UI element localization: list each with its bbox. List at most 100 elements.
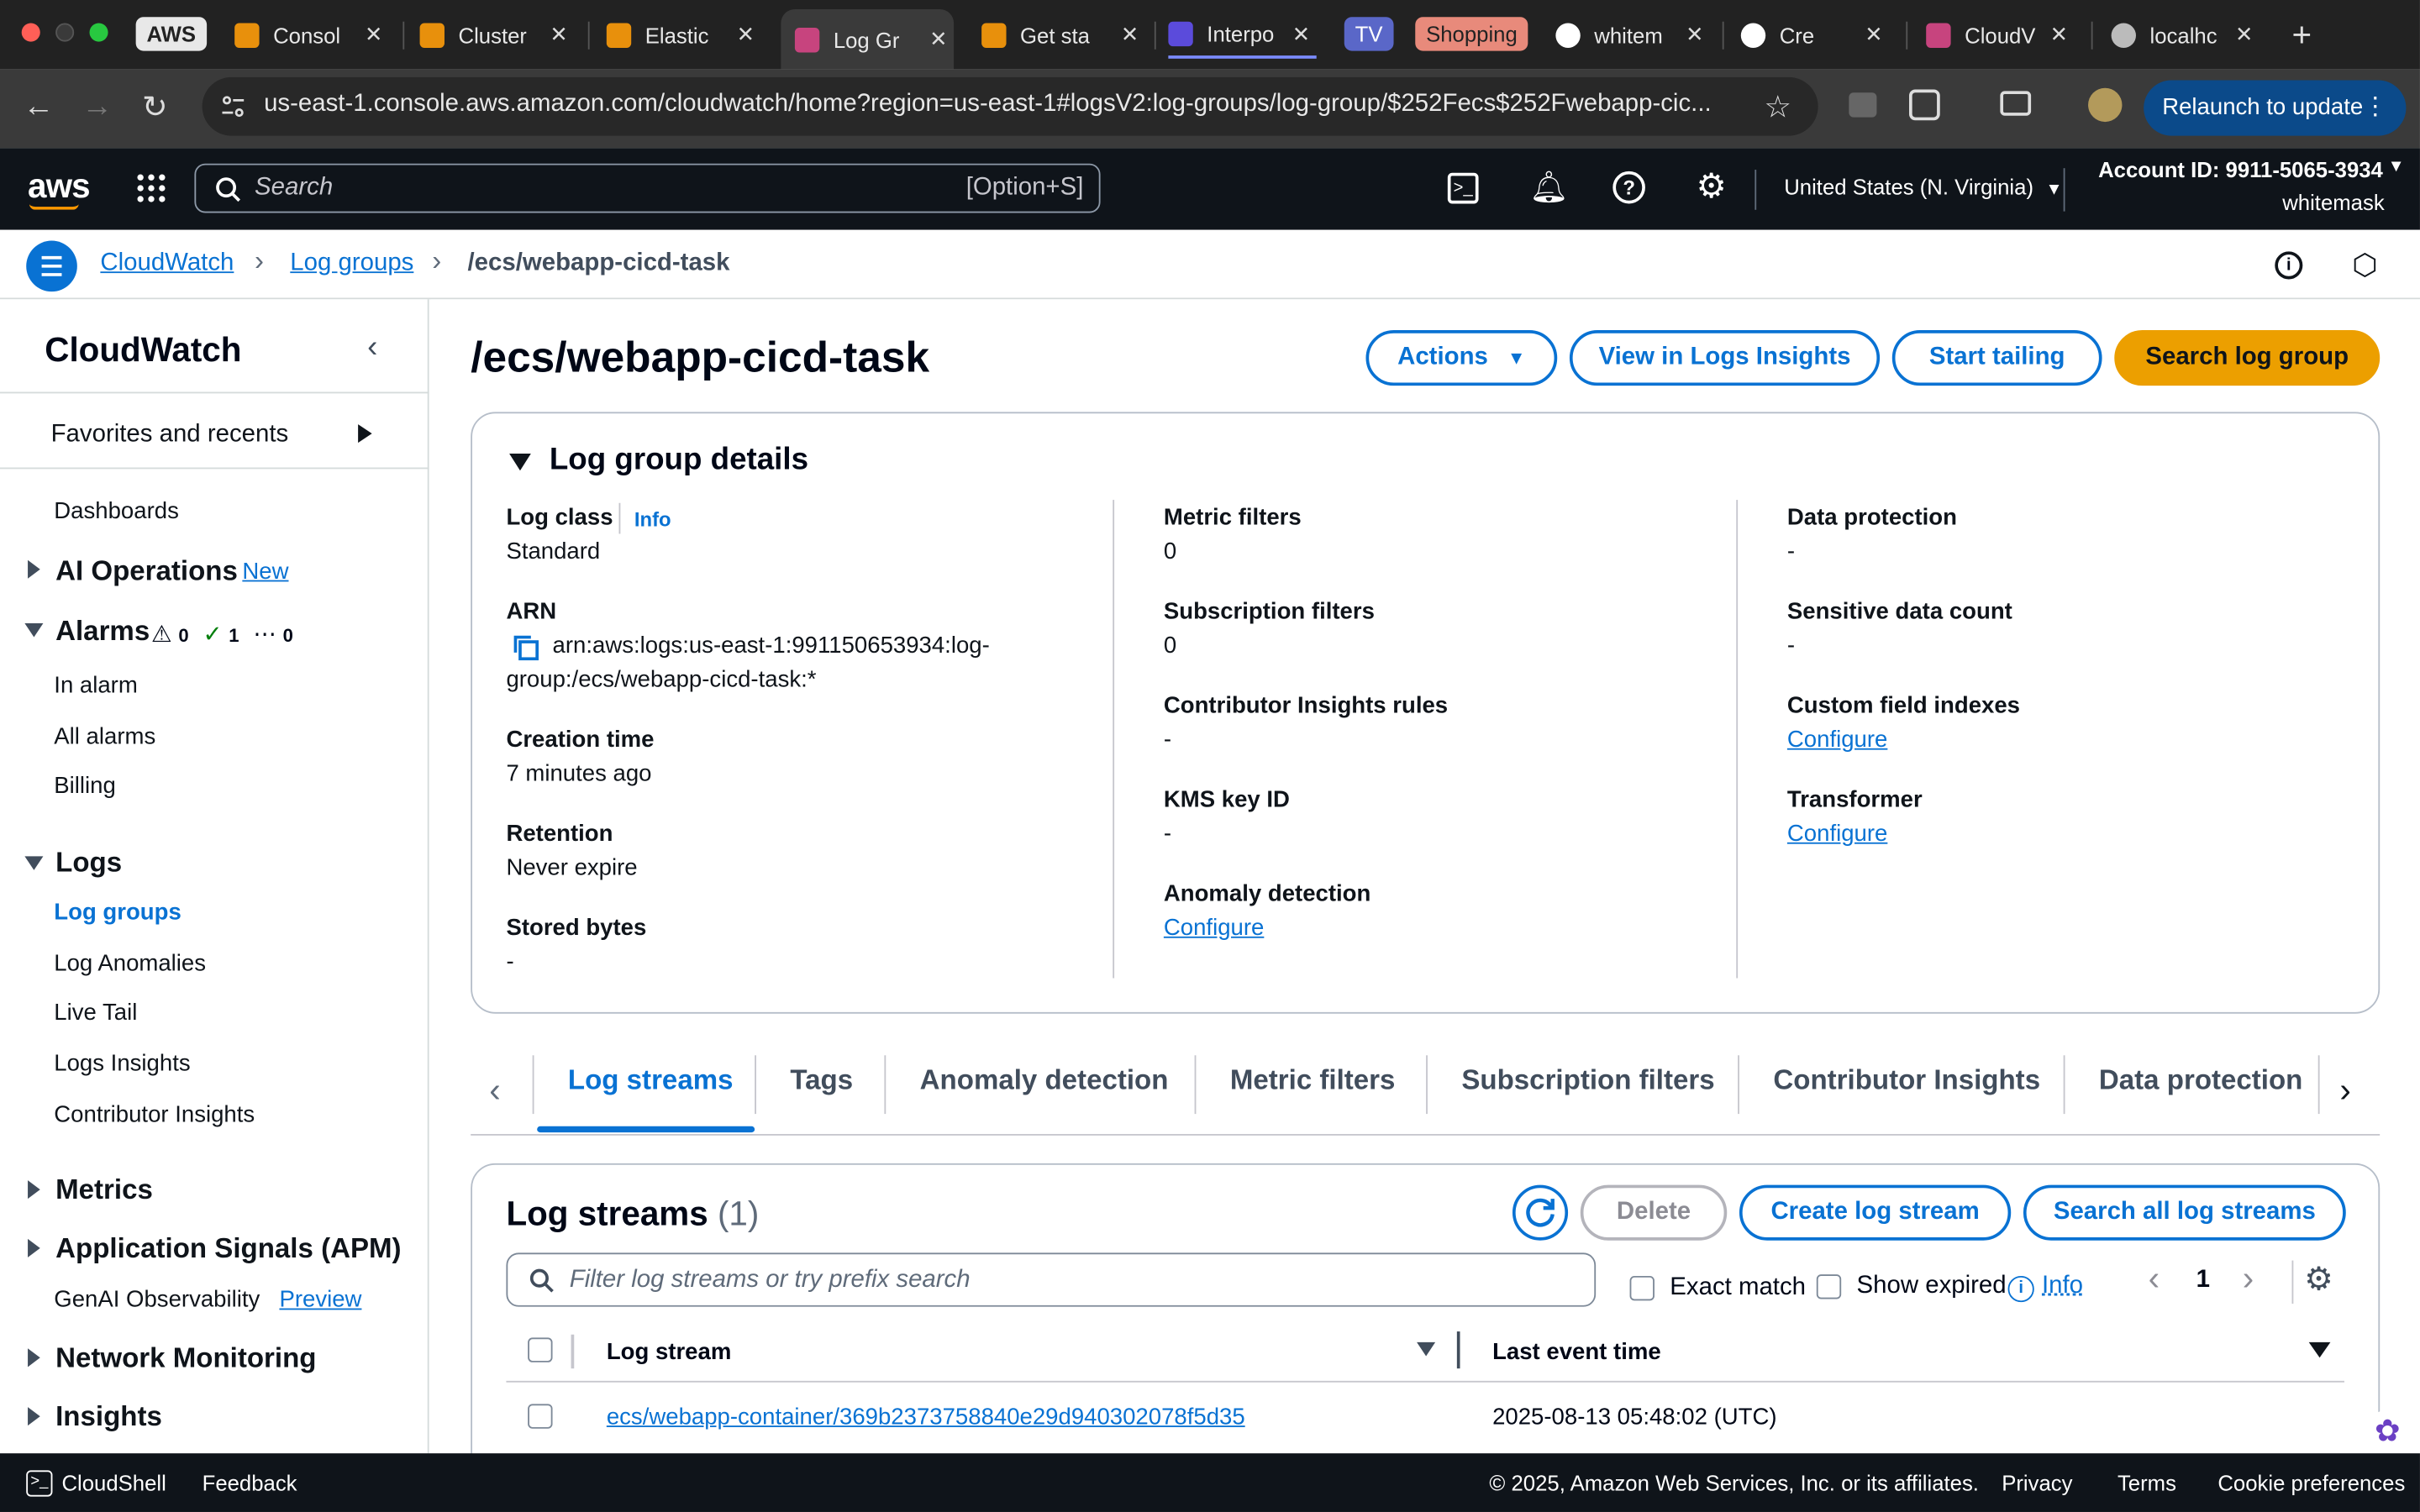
browser-tab[interactable]: Get sta ✕ bbox=[981, 13, 1145, 59]
browser-tab[interactable]: CloudV ✕ bbox=[1926, 13, 2074, 59]
preferences-gear-icon[interactable]: ⚙ bbox=[2304, 1261, 2333, 1299]
collapse-caret-icon[interactable] bbox=[24, 623, 44, 638]
favorites-expand-icon[interactable] bbox=[358, 424, 372, 444]
footer-terms[interactable]: Terms bbox=[2118, 1470, 2176, 1494]
footer-feedback[interactable]: Feedback bbox=[203, 1470, 297, 1494]
cloudshell-footer-icon[interactable]: >_ bbox=[26, 1470, 53, 1497]
sidebar-item-genai[interactable]: GenAI Observability bbox=[54, 1287, 260, 1313]
sidebar-item-log-anomalies[interactable]: Log Anomalies bbox=[54, 950, 206, 976]
back-icon[interactable]: ← bbox=[24, 90, 55, 125]
settings-gear-icon[interactable]: ⚙ bbox=[1697, 166, 1727, 207]
next-page-icon[interactable]: › bbox=[2243, 1259, 2254, 1299]
zoom-window-dot[interactable] bbox=[89, 23, 108, 42]
tabs-scroll-left-icon[interactable]: ‹ bbox=[489, 1071, 500, 1111]
puzzle-extensions-icon[interactable] bbox=[1908, 89, 1940, 121]
info-icon[interactable]: i bbox=[2007, 1275, 2034, 1303]
expand-caret-icon[interactable] bbox=[28, 1348, 40, 1368]
sort-icon[interactable] bbox=[1417, 1341, 1436, 1357]
show-expired-checkbox[interactable] bbox=[1816, 1274, 1842, 1299]
minimize-window-dot[interactable] bbox=[55, 23, 75, 42]
sidebar-section-app-signals[interactable]: Application Signals (APM) bbox=[55, 1233, 401, 1266]
tabs-scroll-right-icon[interactable]: › bbox=[2339, 1071, 2350, 1111]
tab-group-tv[interactable]: TV bbox=[1344, 17, 1394, 51]
browser-tab[interactable]: whitem ✕ bbox=[1555, 13, 1710, 59]
close-tab-icon[interactable]: ✕ bbox=[1686, 22, 1704, 48]
close-tab-icon[interactable]: ✕ bbox=[1865, 22, 1883, 48]
close-window-dot[interactable] bbox=[21, 23, 40, 42]
browser-tab[interactable]: Elastic ✕ bbox=[606, 13, 761, 59]
new-badge[interactable]: New bbox=[242, 559, 288, 585]
close-tab-icon[interactable]: ✕ bbox=[1121, 22, 1139, 48]
address-bar[interactable]: us-east-1.console.aws.amazon.com/cloudwa… bbox=[202, 76, 1818, 136]
extension-icon[interactable] bbox=[1849, 92, 1877, 118]
help-icon[interactable]: ? bbox=[1612, 171, 1645, 204]
aws-logo[interactable]: aws bbox=[28, 166, 91, 207]
browser-tab[interactable]: Cre ✕ bbox=[1740, 13, 1889, 59]
col-header-log-stream[interactable]: Log stream bbox=[607, 1339, 732, 1365]
breadcrumb-cloudwatch[interactable]: CloudWatch bbox=[100, 250, 234, 278]
tools-hexagon-icon[interactable]: ⬡ bbox=[2352, 249, 2377, 284]
tab-tags[interactable]: Tags bbox=[790, 1064, 853, 1097]
profile-avatar[interactable] bbox=[2088, 87, 2123, 123]
browser-tab-active[interactable]: Log Gr ✕ bbox=[781, 9, 955, 70]
expand-caret-icon[interactable] bbox=[28, 1180, 40, 1200]
breadcrumb-log-groups[interactable]: Log groups bbox=[290, 250, 413, 278]
close-tab-icon[interactable]: ✕ bbox=[929, 26, 948, 52]
close-tab-icon[interactable]: ✕ bbox=[1292, 22, 1311, 48]
new-tab-icon[interactable]: + bbox=[2291, 15, 2312, 55]
region-selector[interactable]: United States (N. Virginia) ▼ bbox=[1784, 175, 2062, 199]
browser-tab[interactable]: Interpo ✕ bbox=[1168, 13, 1317, 59]
tab-group-aws[interactable]: AWS bbox=[135, 17, 207, 51]
site-settings-icon[interactable] bbox=[221, 94, 245, 118]
expand-caret-icon[interactable] bbox=[28, 1407, 40, 1426]
sidebar-item-contributor-insights[interactable]: Contributor Insights bbox=[54, 1101, 255, 1127]
close-tab-icon[interactable]: ✕ bbox=[2050, 22, 2069, 48]
sidebar-item-dashboards[interactable]: Dashboards bbox=[54, 498, 179, 524]
close-tab-icon[interactable]: ✕ bbox=[737, 22, 755, 48]
cast-icon[interactable] bbox=[2000, 91, 2032, 116]
sidebar-item-in-alarm[interactable]: In alarm bbox=[54, 673, 138, 699]
services-grid-icon[interactable] bbox=[136, 173, 167, 204]
log-stream-link[interactable]: ecs/webapp-container/369b2373758840e29d9… bbox=[607, 1404, 1245, 1430]
tab-subscription-filters[interactable]: Subscription filters bbox=[1461, 1064, 1714, 1097]
tab-data-protection[interactable]: Data protection bbox=[2099, 1064, 2302, 1097]
details-heading[interactable]: Log group details bbox=[550, 443, 808, 478]
sidebar-item-billing[interactable]: Billing bbox=[54, 773, 116, 799]
column-resize-handle[interactable] bbox=[1456, 1331, 1460, 1369]
row-checkbox[interactable] bbox=[528, 1404, 553, 1429]
custom-index-configure-link[interactable]: Configure bbox=[1787, 727, 1887, 753]
account-caret-icon[interactable]: ▼ bbox=[2388, 157, 2405, 176]
more-menu-icon[interactable]: ⋮ bbox=[2363, 81, 2387, 136]
footer-cookies[interactable]: Cookie preferences bbox=[2217, 1470, 2405, 1494]
relaunch-button[interactable]: Relaunch to update ⋮ bbox=[2144, 80, 2407, 136]
search-log-group-button[interactable]: Search log group bbox=[2114, 330, 2381, 386]
sidebar-item-logs-insights[interactable]: Logs Insights bbox=[54, 1051, 190, 1077]
search-all-log-streams-button[interactable]: Search all log streams bbox=[2023, 1184, 2346, 1241]
sidebar-section-ai-operations[interactable]: AI Operations bbox=[55, 555, 238, 588]
forward-icon[interactable]: → bbox=[82, 90, 113, 125]
select-all-checkbox[interactable] bbox=[528, 1337, 553, 1362]
copy-icon[interactable] bbox=[513, 634, 540, 662]
account-menu[interactable]: Account ID: 9911-5065-3934 bbox=[2098, 157, 2383, 181]
sidebar-section-insights[interactable]: Insights bbox=[55, 1401, 162, 1434]
browser-tab[interactable]: Cluster ✕ bbox=[419, 13, 575, 59]
collapse-sidebar-icon[interactable]: ‹ bbox=[367, 330, 377, 365]
start-tailing-button[interactable]: Start tailing bbox=[1891, 330, 2102, 386]
preview-badge[interactable]: Preview bbox=[279, 1287, 361, 1313]
sort-desc-icon[interactable] bbox=[2308, 1341, 2331, 1358]
log-stream-filter-input[interactable]: Filter log streams or try prefix search bbox=[506, 1252, 1597, 1307]
tab-anomaly-detection[interactable]: Anomaly detection bbox=[920, 1064, 1169, 1097]
delete-button[interactable]: Delete bbox=[1580, 1184, 1728, 1241]
sidebar-section-network[interactable]: Network Monitoring bbox=[55, 1342, 316, 1375]
tab-log-streams[interactable]: Log streams bbox=[568, 1064, 734, 1097]
create-log-stream-button[interactable]: Create log stream bbox=[1739, 1184, 2012, 1241]
info-panel-icon[interactable]: i bbox=[2275, 251, 2303, 280]
expand-caret-icon[interactable] bbox=[28, 1238, 40, 1257]
refresh-button[interactable] bbox=[1512, 1184, 1569, 1241]
tab-metric-filters[interactable]: Metric filters bbox=[1230, 1064, 1396, 1097]
close-tab-icon[interactable]: ✕ bbox=[365, 22, 383, 48]
page-number[interactable]: 1 bbox=[2196, 1267, 2210, 1294]
sidebar-section-logs[interactable]: Logs bbox=[55, 847, 122, 879]
ai-assistant-icon[interactable]: ✿ bbox=[2364, 1410, 2411, 1457]
view-in-logs-insights-button[interactable]: View in Logs Insights bbox=[1569, 330, 1881, 386]
